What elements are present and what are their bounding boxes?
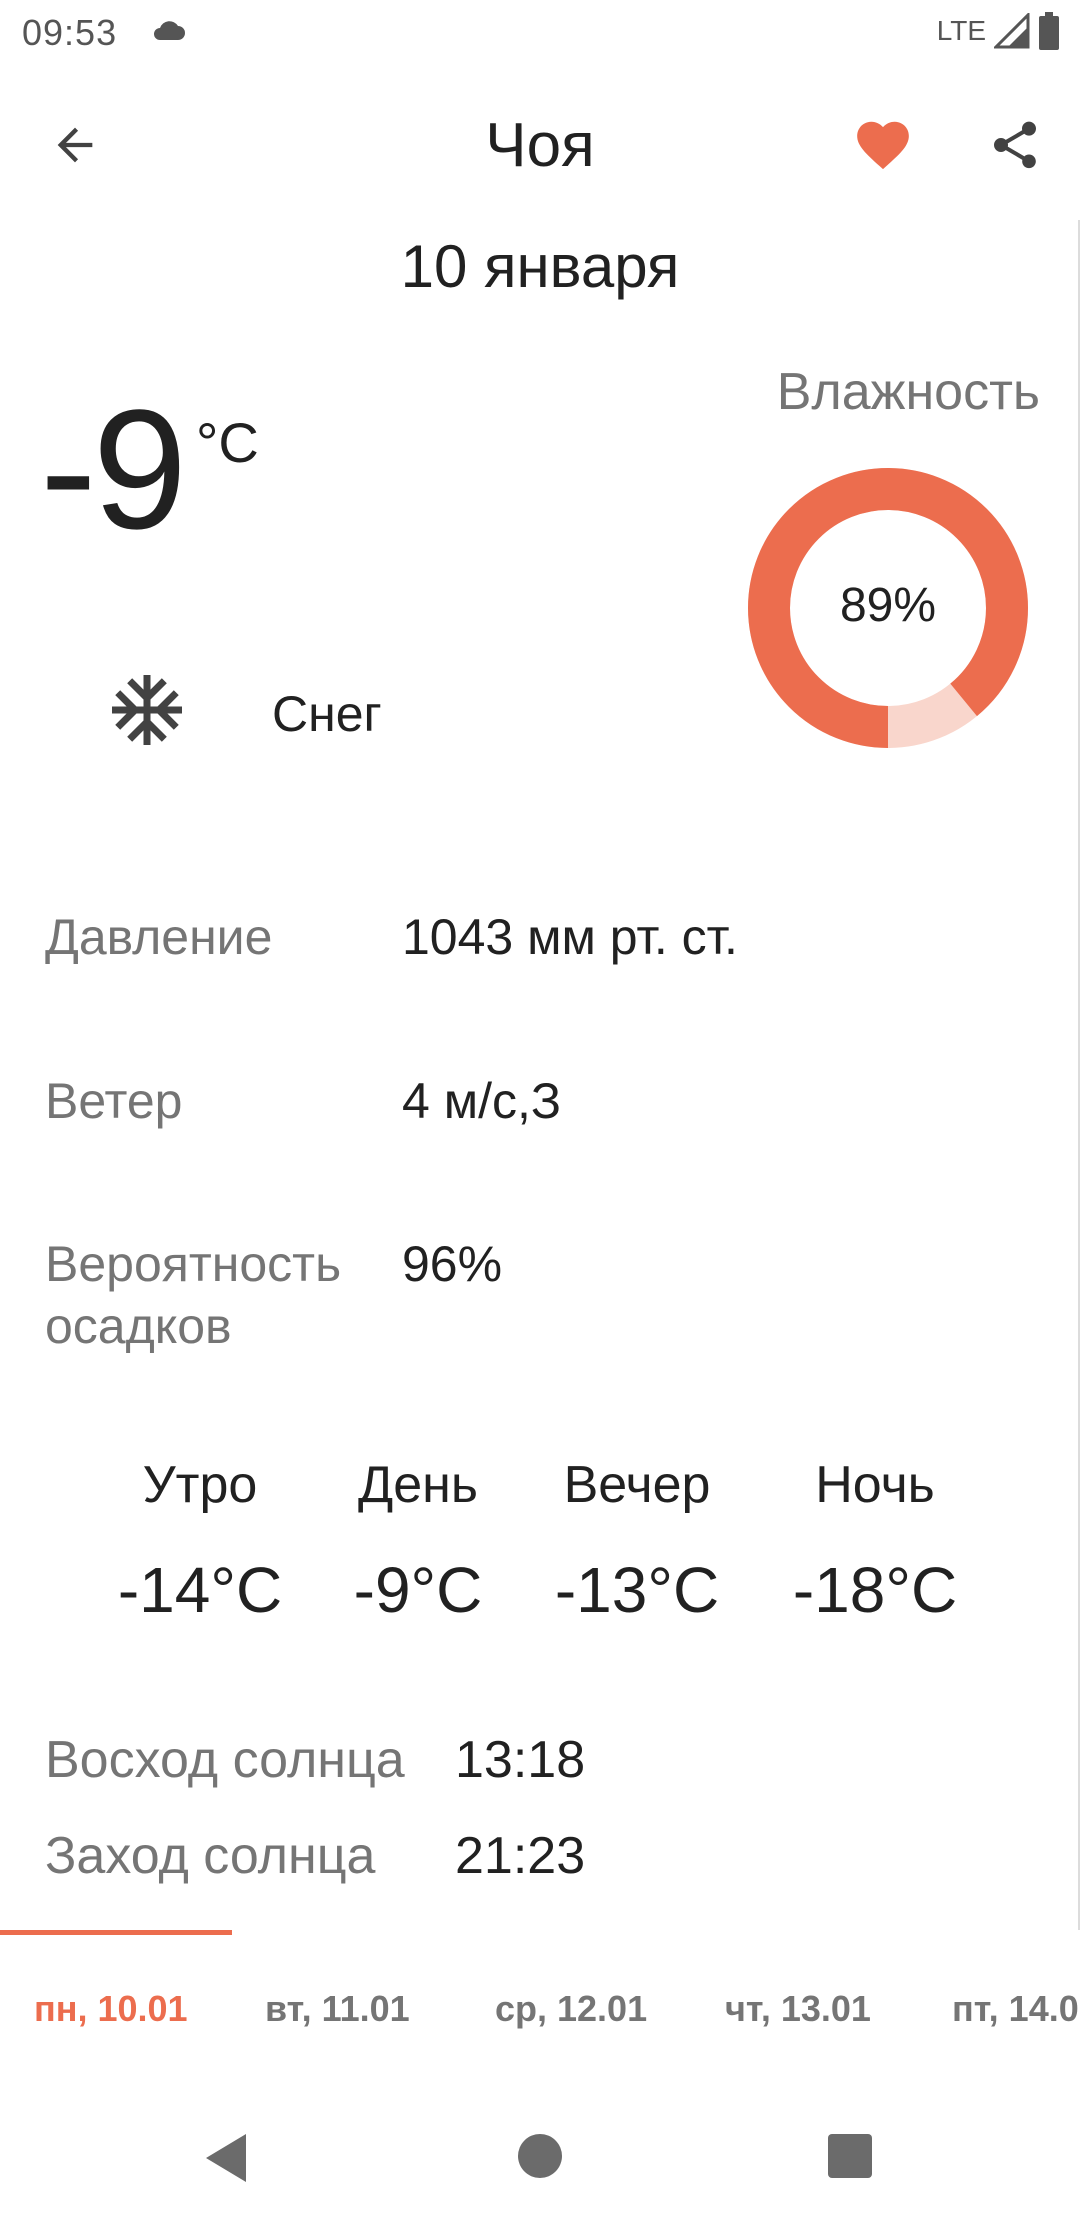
pressure-value: 1043 мм рт. ст. (402, 909, 738, 965)
day-part-morning: Утро -14°C (90, 1455, 310, 1627)
network-type: LTE (936, 15, 986, 46)
share-button[interactable] (980, 110, 1050, 180)
day-part-night: Ночь -18°C (765, 1455, 985, 1627)
snowflake-icon (112, 675, 182, 745)
day-part-label: Вечер (563, 1456, 711, 1514)
sunrise-value: 13:18 (455, 1731, 586, 1789)
day-part-temp: -14°C (117, 1554, 283, 1626)
humidity-label: Влажность (776, 363, 1040, 421)
sunset-value: 21:23 (455, 1827, 586, 1885)
humidity-value: 89% (839, 579, 937, 632)
day-part-evening: Вечер -13°C (527, 1455, 747, 1627)
day-part-label: День (358, 1456, 478, 1514)
battery-icon (1039, 12, 1059, 50)
status-time: 09:53 (22, 12, 118, 53)
share-icon (994, 121, 1036, 169)
app-bar: Чоя (0, 80, 1080, 210)
sunset-label: Заход солнца (45, 1827, 376, 1885)
favorite-button[interactable] (848, 110, 918, 180)
tab-day-4[interactable]: пт, 14.01 (952, 1988, 1080, 2030)
tab-day-1[interactable]: вт, 11.01 (265, 1988, 410, 2030)
precipitation-label: Вероятность осадков (45, 1236, 342, 1354)
sunrise-label: Восход солнца (45, 1731, 405, 1789)
weather-condition: Снег (272, 686, 382, 742)
cloud-icon (154, 21, 185, 40)
day-tabs: пн, 10.01 вт, 11.01 ср, 12.01 чт, 13.01 … (0, 1930, 1080, 2070)
status-bar: 09:53 LTE (0, 0, 1080, 68)
signal-icon (994, 13, 1030, 49)
system-nav-bar (0, 2100, 1080, 2220)
day-part-temp: -18°C (792, 1554, 958, 1626)
temperature-unit: °C (196, 411, 259, 474)
wind-value: 4 м/с,З (402, 1073, 562, 1129)
pressure-label: Давление (45, 909, 273, 965)
nav-recents-icon[interactable] (828, 2134, 872, 2178)
tab-day-3[interactable]: чт, 13.01 (725, 1988, 871, 2030)
day-part-label: Ночь (815, 1456, 935, 1514)
wind-label: Ветер (45, 1073, 183, 1129)
day-part-temp: -9°C (353, 1554, 483, 1626)
tab-day-2[interactable]: ср, 12.01 (495, 1988, 647, 2030)
tab-day-0[interactable]: пн, 10.01 (34, 1988, 188, 2030)
date-title: 10 января (400, 233, 680, 300)
current-temperature: -9 (40, 375, 187, 565)
day-part-label: Утро (142, 1456, 258, 1514)
tab-indicator (0, 1930, 232, 1935)
day-part-temp: -13°C (554, 1554, 720, 1626)
precipitation-value: 96% (402, 1236, 503, 1292)
nav-back-icon[interactable] (200, 2130, 250, 2186)
nav-home-icon[interactable] (518, 2134, 562, 2178)
day-part-day: День -9°C (308, 1455, 528, 1627)
page-title: Чоя (485, 111, 595, 180)
heart-icon (857, 121, 909, 170)
